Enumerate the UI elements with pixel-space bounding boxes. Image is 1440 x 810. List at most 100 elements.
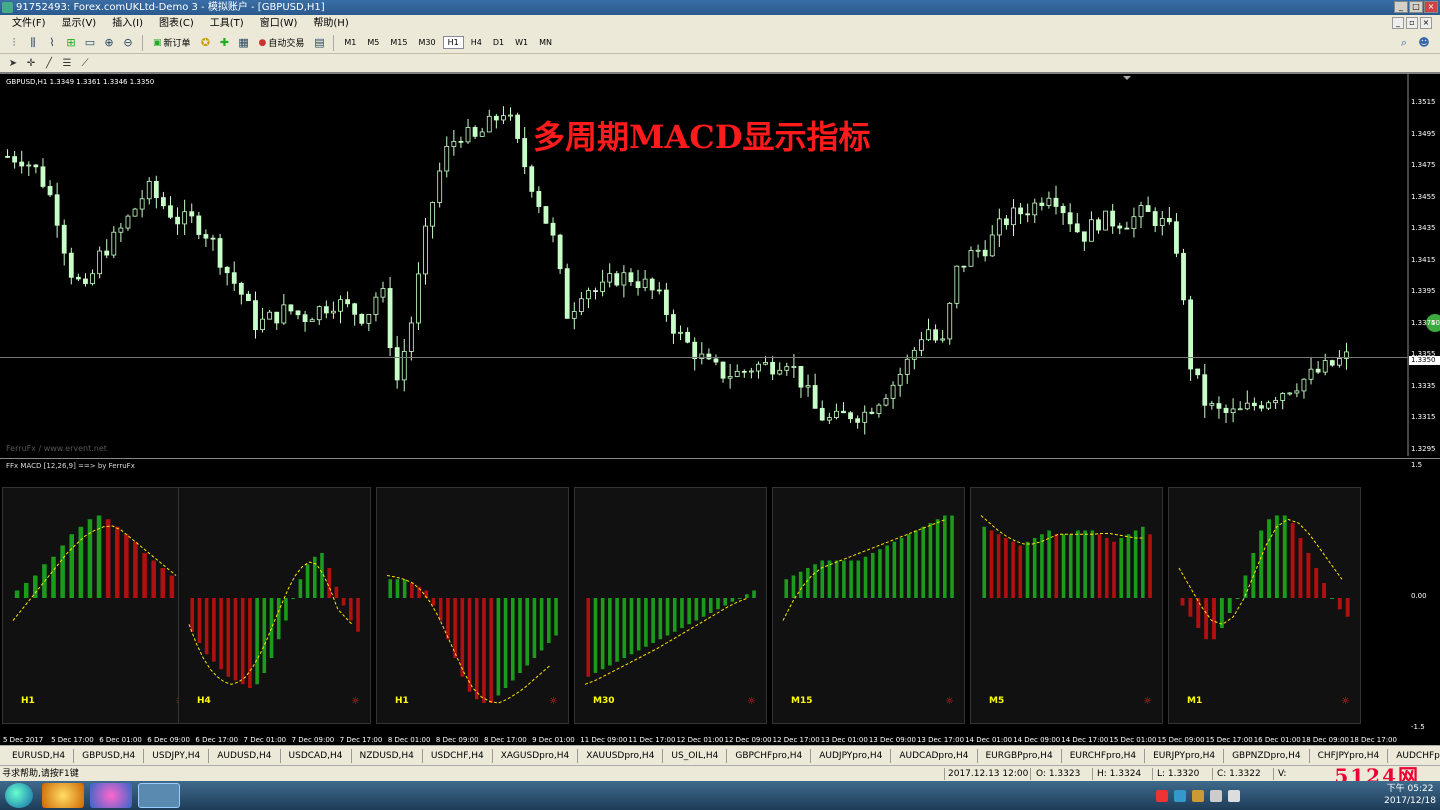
- terminal-icon[interactable]: ▤: [311, 35, 327, 51]
- menu-charts[interactable]: 图表(C): [151, 15, 202, 32]
- symbol-tab[interactable]: USDCAD,H4: [281, 748, 352, 763]
- minimize-button[interactable]: _: [1394, 1, 1408, 13]
- macd-histogram-bar: [248, 598, 252, 688]
- macd-mini-panel[interactable]: M5 ☼: [970, 487, 1163, 724]
- macd-histogram-bar: [1204, 598, 1209, 640]
- menu-file[interactable]: 文件(F): [4, 15, 54, 32]
- navigator-icon[interactable]: ▦: [236, 35, 252, 51]
- profiles-icon[interactable]: ▭: [82, 35, 98, 51]
- fibonacci-icon[interactable]: ⟋: [78, 56, 92, 70]
- price-panel[interactable]: GBPUSD,H1 1.3349 1.3361 1.3346 1.3350 多周…: [0, 74, 1440, 456]
- menu-insert[interactable]: 插入(I): [104, 15, 151, 32]
- menu-tools[interactable]: 工具(T): [202, 15, 252, 32]
- new-order-button[interactable]: ▣ 新订单: [149, 36, 195, 50]
- timeframe-h1[interactable]: H1: [442, 36, 464, 49]
- mdi-close-button[interactable]: ×: [1420, 17, 1432, 29]
- menu-view[interactable]: 显示(V): [54, 15, 105, 32]
- symbol-tab[interactable]: EURJPYpro,H4: [1145, 748, 1225, 763]
- timeframe-m5[interactable]: M5: [363, 37, 383, 48]
- taskbar-app-chrome[interactable]: [90, 783, 132, 808]
- macd-histogram-bar: [1322, 583, 1327, 598]
- trendline-icon[interactable]: ╱: [42, 56, 56, 70]
- symbol-tab[interactable]: EURGBPpro,H4: [978, 748, 1062, 763]
- time-axis-label: 14 Dec 09:00: [1013, 736, 1061, 744]
- macd-mini-panel[interactable]: H1☼: [376, 487, 569, 724]
- macd-histogram-bar: [586, 598, 591, 677]
- symbol-tab[interactable]: XAUUSDpro,H4: [578, 748, 664, 763]
- symbol-tab[interactable]: NZDUSD,H4: [352, 748, 423, 763]
- symbol-tab[interactable]: AUDJPYpro,H4: [811, 748, 892, 763]
- symbol-tab[interactable]: EURUSD,H4: [4, 748, 75, 763]
- macd-histogram-bar: [600, 598, 605, 670]
- zoom-out-icon[interactable]: ⊖: [120, 35, 136, 51]
- taskbar-app-1[interactable]: [42, 783, 84, 808]
- candle-body: [529, 166, 535, 192]
- symbol-tab[interactable]: XAGUSDpro,H4: [493, 748, 579, 763]
- timeframe-m30[interactable]: M30: [415, 37, 440, 48]
- toolbar-divider: [333, 34, 335, 51]
- candlestick-icon[interactable]: ⫼: [25, 35, 41, 51]
- symbol-tab[interactable]: GBPNZDpro,H4: [1224, 748, 1310, 763]
- auto-trading-button[interactable]: ● 自动交易: [255, 36, 309, 50]
- experts-icon[interactable]: ✪: [198, 35, 214, 51]
- timeframe-m15[interactable]: M15: [386, 37, 411, 48]
- app-icon: [2, 2, 13, 13]
- crosshair-icon[interactable]: ✛: [24, 56, 38, 70]
- symbol-tab[interactable]: GBPUSD,H4: [74, 748, 145, 763]
- zoom-in-icon[interactable]: ⊕: [101, 35, 117, 51]
- horizontal-lines-icon[interactable]: ☰: [60, 56, 74, 70]
- macd-histogram-bar: [14, 590, 20, 598]
- taskbar-app-mt4[interactable]: [138, 783, 180, 808]
- mdi-restore-button[interactable]: ▫: [1406, 17, 1418, 29]
- tray-icon-volume[interactable]: [1228, 789, 1240, 802]
- start-button[interactable]: [5, 783, 33, 808]
- candle-body: [508, 114, 513, 117]
- timeframe-h4[interactable]: H4: [467, 37, 486, 48]
- macd-mini-panel[interactable]: H1☼: [2, 487, 195, 724]
- macd-panel[interactable]: FFx MACD [12,26,9] ==> by FerruFx 1.5 0.…: [0, 458, 1440, 736]
- macd-histogram-bar: [395, 579, 400, 598]
- timeframe-w1[interactable]: W1: [511, 37, 532, 48]
- candle-body: [1294, 390, 1300, 394]
- account-icon[interactable]: ☻: [1416, 35, 1432, 51]
- chart-window[interactable]: GBPUSD,H1 1.3349 1.3361 1.3346 1.3350 多周…: [0, 72, 1440, 747]
- macd-histogram-bar: [1306, 553, 1311, 598]
- tray-icon-sogou[interactable]: [1156, 789, 1168, 802]
- maximize-button[interactable]: □: [1409, 1, 1423, 13]
- tray-icon-app[interactable]: [1192, 789, 1204, 802]
- macd-mini-panel[interactable]: M1 ☼: [1168, 487, 1361, 724]
- timeframe-mn[interactable]: MN: [535, 37, 556, 48]
- mdi-minimize-button[interactable]: _: [1392, 17, 1404, 29]
- macd-mini-panel[interactable]: H4 ☼: [178, 487, 371, 724]
- cursor-icon[interactable]: ➤: [6, 56, 20, 70]
- symbol-tab[interactable]: AUDUSD,H4: [209, 748, 281, 763]
- line-chart-icon[interactable]: ⌇: [44, 35, 60, 51]
- timeframe-d1[interactable]: D1: [489, 37, 508, 48]
- chart-shift-marker[interactable]: [1123, 76, 1131, 80]
- close-button[interactable]: ×: [1424, 1, 1438, 13]
- symbol-tab[interactable]: AUDCADpro,H4: [891, 748, 978, 763]
- symbol-tab[interactable]: EURCHFpro,H4: [1062, 748, 1146, 763]
- timeframe-m1[interactable]: M1: [340, 37, 360, 48]
- macd-histogram-bar: [1054, 534, 1059, 598]
- symbol-tab[interactable]: USDJPY,H4: [144, 748, 210, 763]
- search-icon[interactable]: ⌕: [1396, 35, 1412, 51]
- symbol-tab[interactable]: USDCHF,H4: [423, 748, 493, 763]
- bar-chart-icon[interactable]: ⫶: [6, 35, 22, 51]
- symbol-tab[interactable]: US_OIL,H4: [663, 748, 728, 763]
- symbol-tab[interactable]: GBPCHFpro,H4: [727, 748, 812, 763]
- time-axis-label: 5 Dec 17:00: [51, 736, 94, 744]
- tray-icon-help[interactable]: [1174, 789, 1186, 802]
- menu-help[interactable]: 帮助(H): [305, 15, 356, 32]
- menu-window[interactable]: 窗口(W): [252, 15, 306, 32]
- tray-icon-network[interactable]: [1210, 789, 1222, 802]
- new-chart-icon[interactable]: ⊞: [63, 35, 79, 51]
- add-indicator-icon[interactable]: ✚: [217, 35, 233, 51]
- macd-mini-panel[interactable]: M15 ☼: [772, 487, 965, 724]
- macd-histogram-bar: [1112, 541, 1116, 598]
- macd-histogram-bar: [431, 598, 436, 606]
- price-chart-svg[interactable]: [0, 74, 1440, 456]
- macd-mini-panel[interactable]: M30 ☼: [574, 487, 767, 724]
- taskbar-clock[interactable]: 下午 05:22 2017/12/18: [1384, 783, 1436, 807]
- candle-body: [1032, 202, 1038, 216]
